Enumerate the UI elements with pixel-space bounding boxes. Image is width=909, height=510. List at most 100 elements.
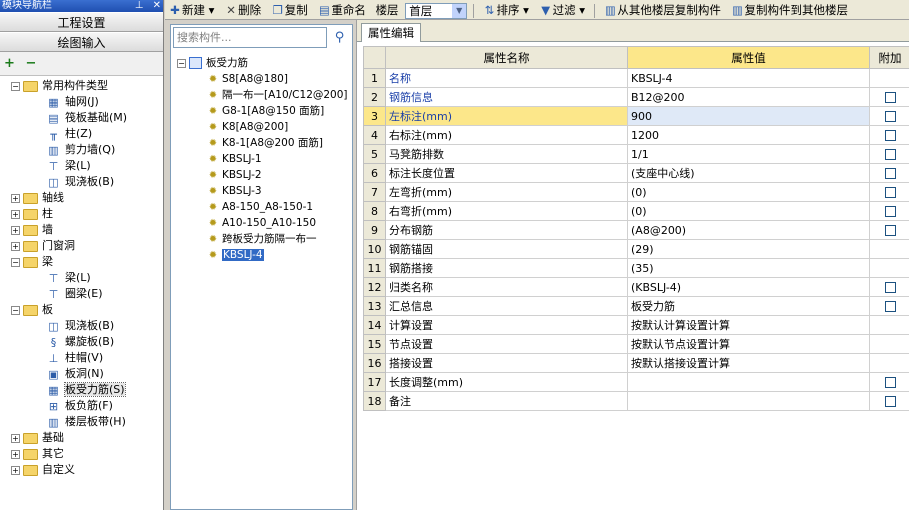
nav-tree-item[interactable]: ⊤ 梁(L): [0, 158, 163, 174]
table-row[interactable]: 18 备注: [363, 391, 909, 411]
property-value[interactable]: (0): [627, 182, 870, 202]
rename-button[interactable]: ▤ 重命名: [314, 0, 369, 19]
component-item[interactable]: ✹ A10-150_A10-150: [177, 215, 353, 231]
pin-icon[interactable]: ⊥: [135, 0, 144, 11]
collapse-icon[interactable]: −: [11, 305, 20, 315]
filter-button[interactable]: ▼ 过滤 ▾: [536, 0, 588, 19]
extra-checkbox[interactable]: [884, 187, 896, 198]
property-value[interactable]: 按默认节点设置计算: [627, 334, 870, 354]
extra-cell[interactable]: [869, 277, 909, 297]
component-item[interactable]: ✹ A8-150_A8-150-1: [177, 199, 353, 215]
collapse-icon[interactable]: −: [177, 58, 186, 68]
component-item[interactable]: ✹ KBSLJ-3: [177, 183, 353, 199]
table-row[interactable]: 7 左弯折(mm) (0): [363, 182, 909, 202]
expand-icon[interactable]: +: [11, 433, 20, 443]
copy-to-floor-button[interactable]: ▥ 复制构件到其他楼层: [728, 0, 852, 19]
nav-tree-item[interactable]: ◫ 现浇板(B): [0, 174, 163, 190]
extra-checkbox[interactable]: [884, 111, 896, 122]
property-value[interactable]: [627, 372, 870, 392]
collapse-all-icon[interactable]: −: [25, 56, 36, 71]
component-item[interactable]: ✹ K8[A8@200]: [177, 119, 353, 135]
drawing-input-section[interactable]: 绘图输入: [0, 32, 163, 52]
nav-tree-item[interactable]: ▣ 板洞(N): [0, 366, 163, 382]
nav-tree-item[interactable]: ⊤ 梁(L): [0, 270, 163, 286]
property-value[interactable]: 板受力筋: [627, 296, 870, 316]
extra-checkbox[interactable]: [884, 301, 896, 312]
component-item[interactable]: ✹ K8-1[A8@200 面筋]: [177, 135, 353, 151]
table-row[interactable]: 8 右弯折(mm) (0): [363, 201, 909, 221]
table-row[interactable]: 15 节点设置 按默认节点设置计算: [363, 334, 909, 354]
component-item[interactable]: ✹ 隔一布一[A10/C12@200]: [177, 87, 353, 103]
property-value[interactable]: (A8@200): [627, 220, 870, 240]
component-item[interactable]: ✹ KBSLJ-2: [177, 167, 353, 183]
property-value[interactable]: [627, 391, 870, 411]
property-value[interactable]: 按默认计算设置计算: [627, 315, 870, 335]
nav-tree-item[interactable]: + 基础: [0, 430, 163, 446]
extra-checkbox[interactable]: [884, 396, 896, 407]
table-row[interactable]: 5 马凳筋排数 1/1: [363, 144, 909, 164]
nav-tree-item[interactable]: − 板: [0, 302, 163, 318]
property-value[interactable]: (KBSLJ-4): [627, 277, 870, 297]
extra-checkbox[interactable]: [884, 206, 896, 217]
extra-cell[interactable]: [869, 201, 909, 221]
expand-icon[interactable]: +: [11, 449, 20, 459]
extra-checkbox[interactable]: [884, 168, 896, 179]
extra-cell[interactable]: [869, 144, 909, 164]
nav-tree-item[interactable]: + 柱: [0, 206, 163, 222]
nav-tree-item[interactable]: ▦ 板受力筋(S): [0, 382, 163, 398]
table-row[interactable]: 10 钢筋锚固 (29): [363, 239, 909, 259]
table-row[interactable]: 17 长度调整(mm): [363, 372, 909, 392]
nav-tree-item[interactable]: ⊤ 圈梁(E): [0, 286, 163, 302]
component-item[interactable]: ✹ S8[A8@180]: [177, 71, 353, 87]
nav-tree-item[interactable]: + 其它: [0, 446, 163, 462]
component-item[interactable]: ✹ KBSLJ-1: [177, 151, 353, 167]
sort-button[interactable]: ⇅ 排序 ▾: [480, 0, 532, 19]
delete-button[interactable]: ✕ 删除: [221, 0, 264, 19]
floor-select[interactable]: 首层 ▼: [405, 2, 468, 19]
table-row[interactable]: 1 名称 KBSLJ-4: [363, 68, 909, 88]
new-button[interactable]: ✚ 新建 ▾: [165, 0, 217, 19]
property-value[interactable]: 按默认搭接设置计算: [627, 353, 870, 373]
property-value[interactable]: (35): [627, 258, 870, 278]
expand-all-icon[interactable]: +: [4, 56, 15, 71]
extra-cell[interactable]: [869, 87, 909, 107]
property-value[interactable]: B12@200: [627, 87, 870, 107]
extra-checkbox[interactable]: [884, 377, 896, 388]
close-icon[interactable]: ✕: [153, 0, 161, 11]
component-item[interactable]: ✹ G8-1[A8@150 面筋]: [177, 103, 353, 119]
extra-cell[interactable]: [869, 372, 909, 392]
property-value[interactable]: (0): [627, 201, 870, 221]
expand-icon[interactable]: +: [11, 465, 20, 475]
property-value[interactable]: 900: [627, 106, 870, 126]
nav-tree-item[interactable]: ╥ 柱(Z): [0, 126, 163, 142]
component-item[interactable]: ✹ KBSLJ-4: [177, 247, 353, 263]
component-root[interactable]: − 板受力筋: [177, 55, 353, 71]
extra-checkbox[interactable]: [884, 149, 896, 160]
copy-button[interactable]: ❐ 复制: [268, 0, 311, 19]
table-row[interactable]: 9 分布钢筋 (A8@200): [363, 220, 909, 240]
search-input[interactable]: 搜索构件...: [173, 27, 327, 48]
table-row[interactable]: 3 左标注(mm) 900: [363, 106, 909, 126]
nav-tree-item[interactable]: + 轴线: [0, 190, 163, 206]
extra-cell[interactable]: [869, 391, 909, 411]
property-value[interactable]: KBSLJ-4: [627, 68, 870, 88]
extra-checkbox[interactable]: [884, 282, 896, 293]
search-icon[interactable]: ⚲: [329, 27, 350, 48]
table-row[interactable]: 11 钢筋搭接 (35): [363, 258, 909, 278]
nav-tree-item[interactable]: − 常用构件类型: [0, 78, 163, 94]
property-value[interactable]: 1200: [627, 125, 870, 145]
component-item[interactable]: ✹ 跨板受力筋隔一布一: [177, 231, 353, 247]
nav-tree-item[interactable]: ◫ 现浇板(B): [0, 318, 163, 334]
extra-cell[interactable]: [869, 182, 909, 202]
extra-checkbox[interactable]: [884, 130, 896, 141]
expand-icon[interactable]: +: [11, 225, 20, 235]
extra-cell[interactable]: [869, 296, 909, 316]
table-row[interactable]: 12 归类名称 (KBSLJ-4): [363, 277, 909, 297]
nav-tree-item[interactable]: ▦ 轴网(J): [0, 94, 163, 110]
nav-tree-item[interactable]: + 自定义: [0, 462, 163, 478]
extra-checkbox[interactable]: [884, 92, 896, 103]
expand-icon[interactable]: +: [11, 209, 20, 219]
tab-property-edit[interactable]: 属性编辑: [361, 23, 421, 42]
nav-tree-item[interactable]: ▥ 楼层板带(H): [0, 414, 163, 430]
table-row[interactable]: 4 右标注(mm) 1200: [363, 125, 909, 145]
